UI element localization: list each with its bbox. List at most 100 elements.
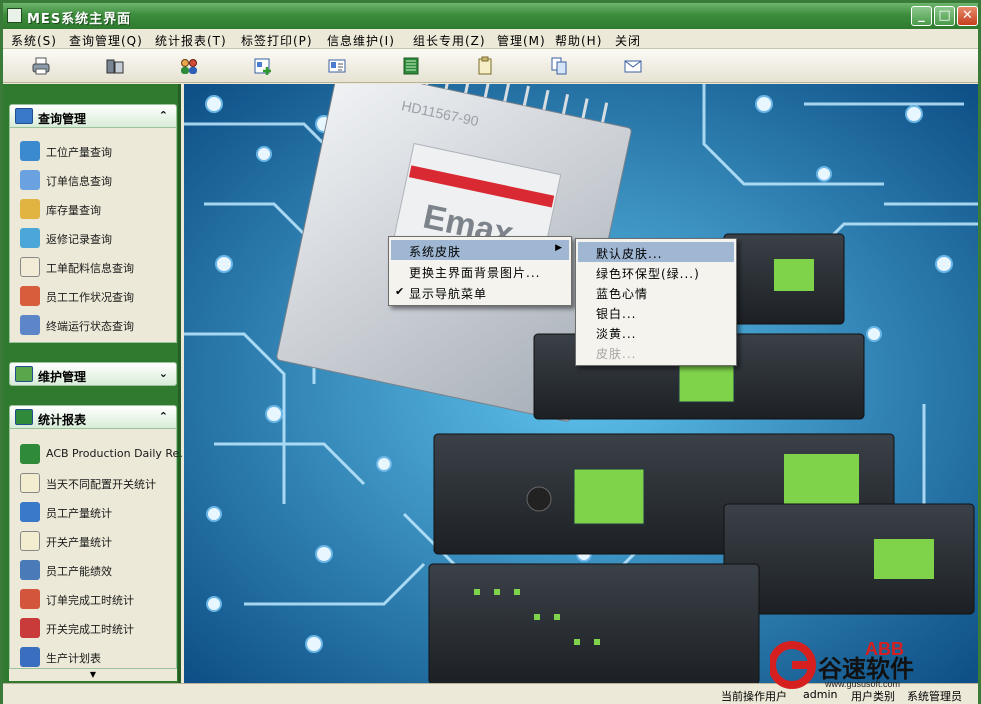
- maximize-button[interactable]: □: [934, 6, 955, 26]
- performance-icon: [20, 560, 40, 580]
- terminal-icon: [20, 315, 40, 335]
- checklist-icon: [20, 618, 40, 638]
- nav-label: 工单配料信息查询: [46, 262, 134, 275]
- menu-item-green-skin[interactable]: 绿色环保型(绿...): [578, 262, 734, 282]
- menu-item-change-background[interactable]: 更换主界面背景图片...: [391, 261, 569, 281]
- panel-header-reports[interactable]: 统计报表 ⌃: [9, 405, 177, 429]
- close-button[interactable]: ✕: [957, 6, 978, 26]
- users-icon: [20, 286, 40, 306]
- nav-item[interactable]: 工单配料信息查询: [18, 254, 176, 280]
- menu-item-default-skin[interactable]: 默认皮肤...: [578, 242, 734, 262]
- document-icon: [20, 531, 40, 551]
- menu-item-label: 银白...: [596, 307, 637, 321]
- menu-system[interactable]: 系统(S): [11, 32, 57, 49]
- nav-item[interactable]: 当天不同配置开关统计: [18, 470, 176, 496]
- id-card-button[interactable]: [309, 52, 365, 80]
- title-bar[interactable]: MES系统主界面 _ □ ✕: [3, 3, 978, 29]
- menu-item-label: 显示导航菜单: [409, 287, 488, 301]
- report-icon: [15, 409, 33, 425]
- plan-icon: [20, 647, 40, 667]
- menu-item-label: 皮肤...: [596, 347, 637, 361]
- menu-query[interactable]: 查询管理(Q): [69, 32, 143, 49]
- menu-item-yellow-skin[interactable]: 淡黄...: [578, 322, 734, 342]
- tools-icon: [15, 366, 33, 382]
- users-icon: [181, 59, 197, 74]
- menu-item-label: 系统皮肤: [409, 245, 462, 259]
- clipboard-button[interactable]: [457, 52, 513, 80]
- nav-item[interactable]: 订单完成工时统计: [18, 586, 176, 612]
- print-button[interactable]: [13, 52, 69, 80]
- search-icon: [15, 108, 33, 124]
- watermark-logo: ABB 谷速软件 www.gususoft.com: [770, 639, 914, 689]
- scroll-down-arrow[interactable]: ▼: [9, 669, 177, 681]
- main-window: MES系统主界面 _ □ ✕ 系统(S) 查询管理(Q) 统计报表(T) 标签打…: [0, 0, 981, 704]
- menu-item-blue-skin[interactable]: 蓝色心情: [578, 282, 734, 302]
- copy-button[interactable]: [531, 52, 587, 80]
- list-button[interactable]: [383, 52, 439, 80]
- database-button[interactable]: [87, 52, 143, 80]
- nav-label: 生产计划表: [46, 652, 101, 665]
- menu-help[interactable]: 帮助(H): [555, 32, 602, 49]
- menu-label-print[interactable]: 标签打印(P): [241, 32, 313, 49]
- nav-item[interactable]: 生产计划表: [18, 644, 176, 670]
- nav-item[interactable]: 员工工作状况查询: [18, 283, 176, 309]
- menu-item-label: 绿色环保型(绿...): [596, 267, 700, 281]
- nav-label: 工位产量查询: [46, 146, 112, 159]
- user-role-label: 用户类别: [851, 690, 895, 703]
- expand-icon[interactable]: ⌄: [159, 367, 168, 380]
- toolbar: [3, 49, 978, 83]
- nav-item[interactable]: 订单信息查询: [18, 167, 176, 193]
- menu-team-leader[interactable]: 组长专用(Z): [413, 32, 486, 49]
- clipboard-icon: [20, 473, 40, 493]
- menu-close[interactable]: 关闭: [615, 32, 641, 49]
- nav-item[interactable]: 终端运行状态查询: [18, 312, 176, 338]
- nav-item[interactable]: 库存量查询: [18, 196, 176, 222]
- context-menu: 系统皮肤 ▶ 更换主界面背景图片... ✔ 显示导航菜单: [388, 236, 572, 306]
- collapse-icon[interactable]: ⌃: [159, 109, 168, 122]
- collapse-icon[interactable]: ⌃: [159, 410, 168, 423]
- main-background-area: Emax HD11567-90 系统皮肤 ▶ 更换主界面背景图片... ✔ 显示…: [184, 84, 978, 683]
- search-icon: [20, 141, 40, 161]
- nav-item[interactable]: 员工产能绩效: [18, 557, 176, 583]
- menu-admin[interactable]: 管理(M): [497, 32, 546, 49]
- checkmark-icon: ✔: [395, 285, 406, 298]
- panel-title: 维护管理: [38, 370, 87, 384]
- nav-label: 订单信息查询: [46, 175, 112, 188]
- nav-label: ACB Production Daily Re...: [46, 447, 190, 460]
- submenu-arrow-icon: ▶: [555, 243, 563, 253]
- mail-button[interactable]: [605, 52, 661, 80]
- watermark-url: www.gususoft.com: [824, 679, 900, 689]
- nav-item[interactable]: 工位产量查询: [18, 138, 176, 164]
- nav-item[interactable]: 开关完成工时统计: [18, 615, 176, 641]
- menu-reports[interactable]: 统计报表(T): [155, 32, 227, 49]
- menu-item-system-skin[interactable]: 系统皮肤 ▶: [391, 240, 569, 260]
- order-icon: [20, 589, 40, 609]
- magnifier-icon: [20, 170, 40, 190]
- user-role-value: 系统管理员: [907, 690, 962, 703]
- nav-label: 员工产量统计: [46, 507, 112, 520]
- panel-header-query[interactable]: 查询管理 ⌃: [9, 104, 177, 128]
- users-button[interactable]: [161, 52, 217, 80]
- nav-label: 返修记录查询: [46, 233, 112, 246]
- skin-submenu: 默认皮肤... 绿色环保型(绿...) 蓝色心情 银白... 淡黄... 皮肤.…: [575, 238, 737, 366]
- menu-item-label: 蓝色心情: [596, 287, 649, 301]
- circuit-board-background: Emax HD11567-90: [184, 84, 978, 683]
- nav-item[interactable]: 开关产量统计: [18, 528, 176, 554]
- repair-icon: [20, 228, 40, 248]
- menu-bar: 系统(S) 查询管理(Q) 统计报表(T) 标签打印(P) 信息维护(I) 组长…: [3, 29, 978, 49]
- menu-item-silver-skin[interactable]: 银白...: [578, 302, 734, 322]
- document-icon: [20, 257, 40, 277]
- menu-info-maintain[interactable]: 信息维护(I): [327, 32, 395, 49]
- nav-label: 员工工作状况查询: [46, 291, 134, 304]
- nav-item[interactable]: 员工产量统计: [18, 499, 176, 525]
- id-card-icon: [328, 59, 346, 73]
- minimize-button[interactable]: _: [911, 6, 932, 26]
- nav-item[interactable]: 返修记录查询: [18, 225, 176, 251]
- nav-label: 订单完成工时统计: [46, 594, 134, 607]
- panel-header-maintenance[interactable]: 维护管理 ⌄: [9, 362, 177, 386]
- nav-item[interactable]: ACB Production Daily Re...: [18, 441, 190, 467]
- menu-item-custom-skin: 皮肤...: [578, 342, 734, 362]
- add-record-button[interactable]: [235, 52, 291, 80]
- menu-item-show-navigation[interactable]: ✔ 显示导航菜单: [391, 282, 569, 302]
- mail-icon: [624, 60, 642, 73]
